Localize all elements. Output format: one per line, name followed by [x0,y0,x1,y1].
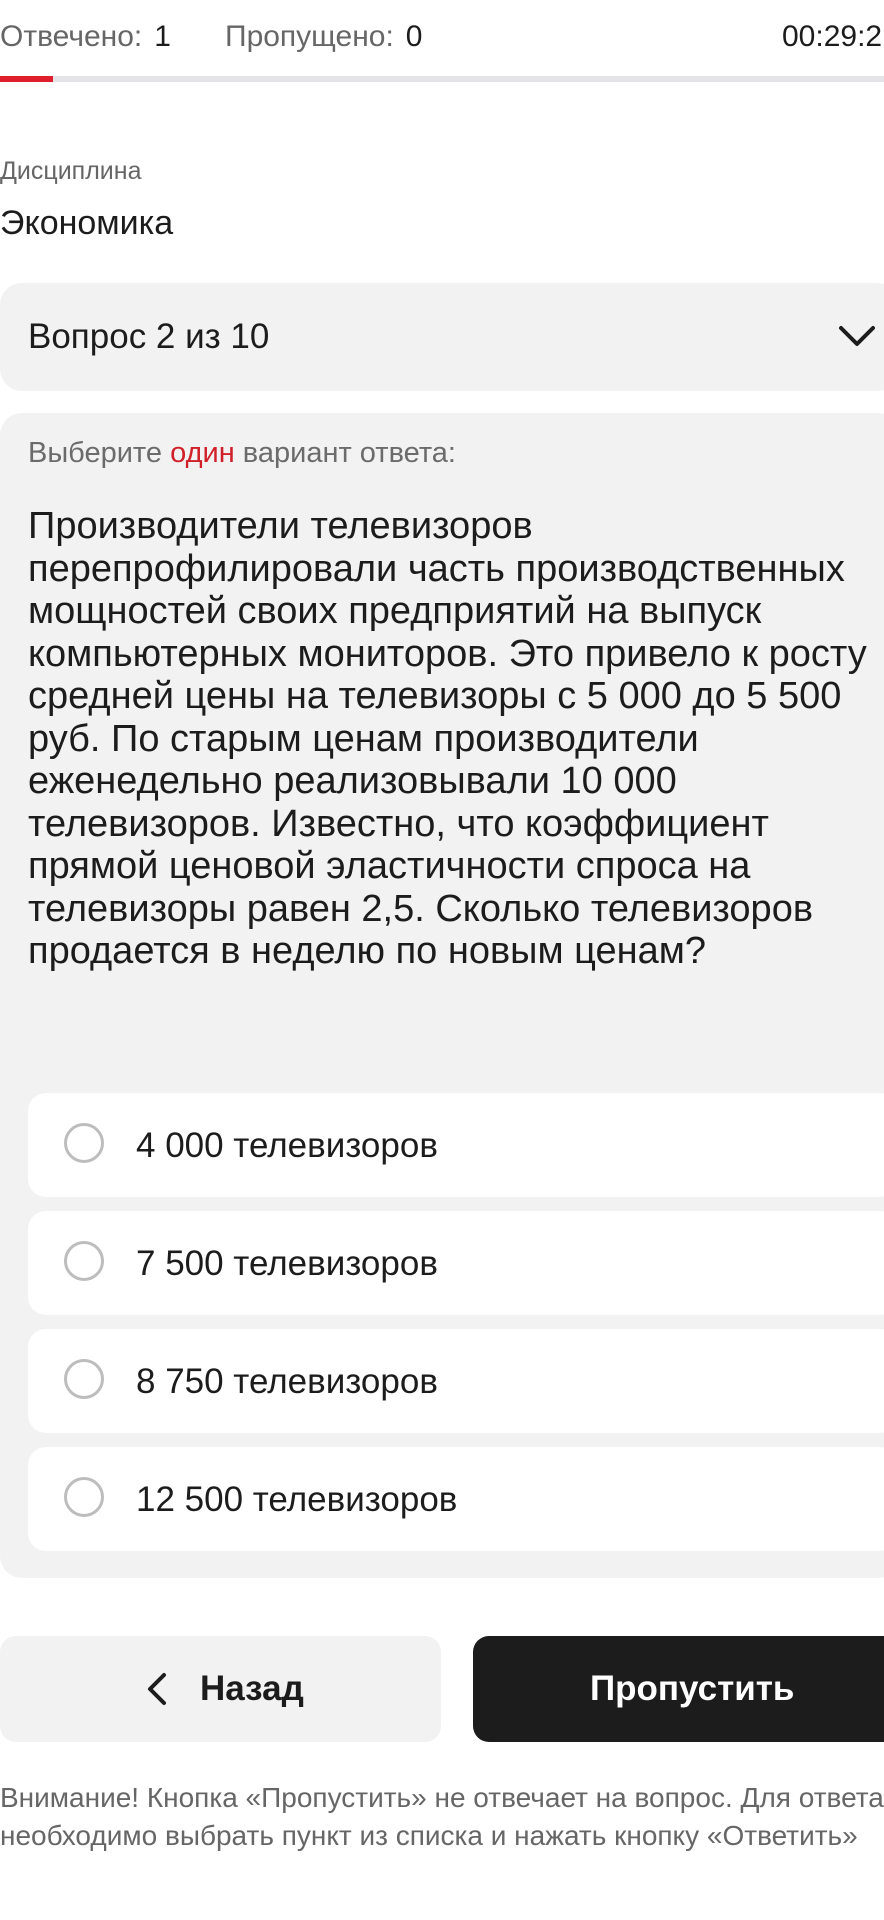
discipline-label: Дисциплина [0,157,142,185]
progress-bar [0,76,884,82]
back-button-label: Назад [200,1669,304,1708]
question-selector[interactable]: Вопрос 2 из 10 [0,283,884,391]
instruction-accent: один [170,437,235,469]
skipped-counter: Пропущено: 0 [225,20,422,54]
skip-button-label: Пропустить [590,1669,795,1708]
answer-option-label: 4 000 телевизоров [136,1126,438,1165]
notice-text: Внимание! Кнопка «Пропустить» не отвечае… [0,1782,884,1851]
question-number: Вопрос 2 из 10 [28,317,270,356]
answered-counter: Отвечено: 1 [0,20,171,54]
question-text: Производители телевизоров перепрофилиров… [28,505,867,972]
radio-button[interactable] [64,1241,104,1281]
answer-option-label: 8 750 телевизоров [136,1362,438,1401]
answer-option-label: 12 500 телевизоров [136,1480,458,1519]
skipped-value: 0 [405,20,423,53]
answer-option[interactable]: 4 000 телевизоров [28,1093,884,1197]
progress-bar-fill [0,76,54,82]
skip-button[interactable]: Пропустить [473,1636,884,1742]
back-button[interactable]: Назад [0,1636,441,1742]
instruction-prefix: Выберите [28,437,163,469]
answer-option[interactable]: 12 500 телевизоров [28,1447,884,1551]
discipline-value: Экономика [0,204,174,242]
answer-option-label: 7 500 телевизоров [136,1244,438,1283]
answered-value: 1 [154,20,171,53]
answered-label: Отвечено: [0,20,143,53]
answer-option[interactable]: 7 500 телевизоров [28,1211,884,1315]
radio-button[interactable] [64,1123,104,1163]
skipped-label: Пропущено: [225,20,394,53]
radio-button[interactable] [64,1359,104,1399]
radio-button[interactable] [64,1477,104,1517]
answer-option[interactable]: 8 750 телевизоров [28,1329,884,1433]
status-bar: Отвечено: 1 Пропущено: 0 00:29:2 [0,0,884,82]
chevron-down-icon [839,326,875,346]
timer: 00:29:2 [782,20,883,53]
question-card: Выберите один вариант ответа: Производит… [0,413,884,1578]
instruction: Выберите один вариант ответа: [28,437,456,470]
instruction-suffix: вариант ответа: [242,437,456,469]
chevron-left-icon [148,1673,166,1705]
